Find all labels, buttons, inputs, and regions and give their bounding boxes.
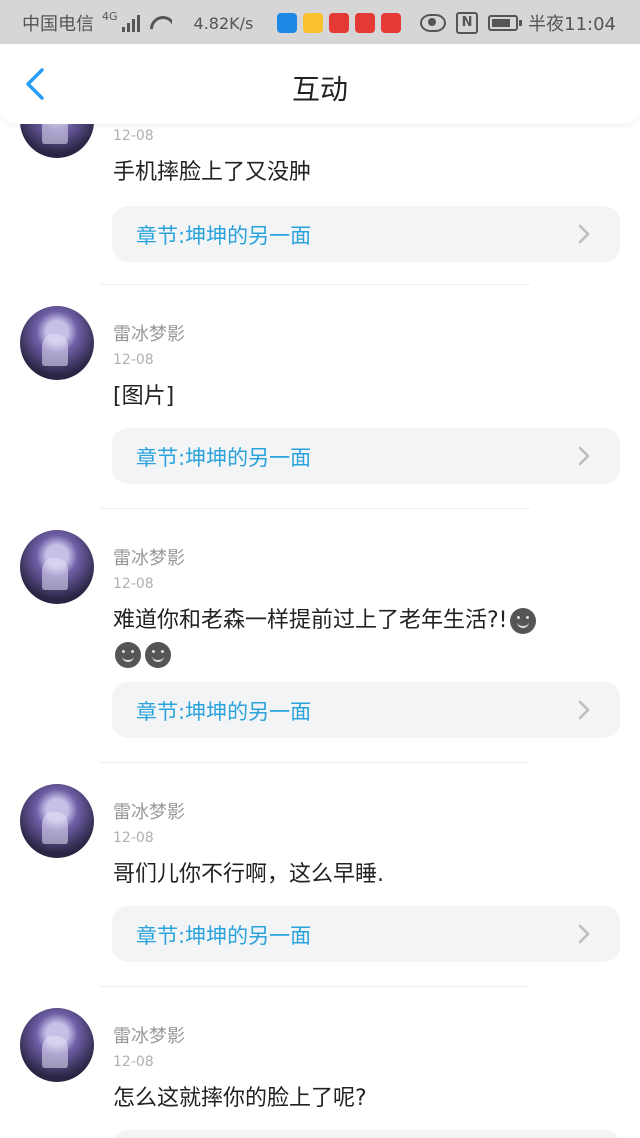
comment-date: 12-08 bbox=[113, 128, 154, 144]
chapter-label: 章节:坤坤的另一面 bbox=[136, 446, 312, 470]
nfc-icon: N bbox=[456, 12, 479, 34]
avatar[interactable] bbox=[20, 124, 94, 158]
chapter-link[interactable]: 章节:坤坤的另一面 bbox=[112, 428, 620, 484]
comment-text: 手机摔脸上了又没肿 bbox=[113, 160, 312, 185]
signal-icon bbox=[121, 14, 140, 32]
username[interactable]: 雷冰梦影 bbox=[113, 544, 185, 570]
avatar[interactable] bbox=[20, 784, 94, 858]
chevron-right-icon bbox=[578, 446, 590, 466]
app-notification-icon bbox=[303, 13, 324, 33]
notification-app-icons bbox=[277, 13, 402, 33]
smile-emoji-icon bbox=[145, 642, 171, 668]
comment-text: 哥们儿你不行啊，这么早睡. bbox=[113, 862, 384, 887]
app-notification-icon bbox=[355, 13, 376, 33]
app-notification-icon bbox=[277, 13, 298, 33]
comment-date: 12-08 bbox=[113, 1054, 154, 1070]
top-bar: 互动 bbox=[0, 44, 640, 124]
comment-text: 难道你和老森一样提前过上了老年生活?! bbox=[113, 604, 623, 672]
status-right: N 半夜11:04 bbox=[420, 10, 616, 36]
battery-icon bbox=[488, 15, 523, 31]
chevron-right-icon bbox=[578, 924, 590, 944]
smile-emoji-icon bbox=[115, 642, 141, 668]
carrier-label: 中国电信 bbox=[22, 14, 94, 35]
chapter-label: 章节:坤坤的另一面 bbox=[136, 224, 312, 248]
comment-feed[interactable]: 12-08 手机摔脸上了又没肿 章节:坤坤的另一面 雷冰梦影 12-08 [图片… bbox=[0, 124, 640, 1138]
divider bbox=[100, 508, 530, 509]
avatar[interactable] bbox=[20, 306, 94, 380]
app-notification-icon bbox=[329, 13, 350, 33]
avatar[interactable] bbox=[20, 1008, 94, 1082]
page-title: 互动 bbox=[291, 73, 348, 106]
clock: 半夜11:04 bbox=[528, 14, 616, 35]
eye-icon bbox=[420, 14, 447, 32]
chapter-link[interactable]: 章节:坤坤的另一面 bbox=[112, 206, 620, 262]
chapter-link[interactable] bbox=[112, 1130, 620, 1138]
comment-text: 怎么这就摔你的脸上了呢? bbox=[113, 1086, 367, 1111]
comment-text: [图片] bbox=[113, 384, 175, 409]
chevron-right-icon bbox=[578, 700, 590, 720]
app-notification-icon bbox=[381, 13, 402, 33]
divider bbox=[100, 762, 530, 763]
chevron-right-icon bbox=[578, 224, 590, 244]
divider bbox=[100, 284, 530, 285]
avatar[interactable] bbox=[20, 530, 94, 604]
network-speed: 4.82K/s bbox=[193, 13, 254, 33]
chapter-link[interactable]: 章节:坤坤的另一面 bbox=[112, 906, 620, 962]
status-left: 中国电信 4G 4.82K/s bbox=[22, 10, 402, 36]
username[interactable]: 雷冰梦影 bbox=[113, 798, 185, 824]
comment-date: 12-08 bbox=[113, 576, 154, 592]
chapter-label: 章节:坤坤的另一面 bbox=[136, 700, 312, 724]
wifi-icon bbox=[148, 14, 172, 32]
comment-date: 12-08 bbox=[113, 352, 154, 368]
comment-date: 12-08 bbox=[113, 830, 154, 846]
comment-text-body: 难道你和老森一样提前过上了老年生活?! bbox=[113, 608, 508, 633]
chapter-link[interactable]: 章节:坤坤的另一面 bbox=[112, 682, 620, 738]
username[interactable]: 雷冰梦影 bbox=[113, 1022, 185, 1048]
smile-emoji-icon bbox=[509, 608, 536, 634]
network-type: 4G bbox=[102, 10, 118, 23]
username[interactable]: 雷冰梦影 bbox=[113, 320, 185, 346]
chapter-label: 章节:坤坤的另一面 bbox=[136, 924, 312, 948]
divider bbox=[100, 986, 530, 987]
status-bar: 中国电信 4G 4.82K/s N 半夜11:04 bbox=[0, 0, 640, 44]
